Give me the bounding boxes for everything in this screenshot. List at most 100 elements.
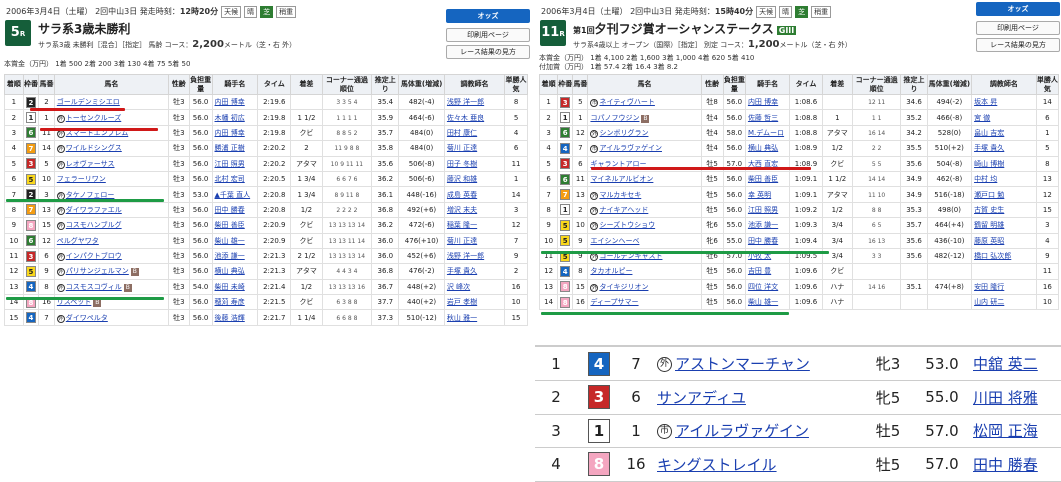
trainer-link[interactable]: 9: [514, 252, 518, 260]
jockey-link[interactable]: 柴田 未崎: [215, 283, 245, 291]
horse-name-link[interactable]: シンボリグラン: [599, 129, 648, 137]
jockey-link[interactable]: M.デムーロ: [748, 129, 784, 137]
trainer-link[interactable]: 坂本 昇: [974, 98, 997, 106]
trainer-link[interactable]: 2: [514, 267, 518, 275]
jockey-link[interactable]: 佐藤 哲三: [748, 114, 778, 122]
jockey-link[interactable]: 江田 照男: [215, 160, 245, 168]
trainer-link[interactable]: 菊川 正達: [447, 144, 477, 152]
trainer-link[interactable]: 中村 均: [974, 175, 997, 183]
jockey-link[interactable]: ▲千葉 直人: [215, 191, 251, 199]
horse-name-link[interactable]: フェラーリワン: [57, 175, 106, 183]
trainer-link[interactable]: 浅野 洋一郎: [447, 252, 484, 260]
horse-name-link[interactable]: アストンマーチャン: [675, 355, 810, 373]
trainer-link[interactable]: 浅野 洋一郎: [447, 98, 484, 106]
jockey-link[interactable]: 柴田 善臣: [215, 221, 245, 229]
horse-name-link[interactable]: エイシンヘーベ: [590, 237, 639, 245]
trainer-link[interactable]: 鶴留 明雄: [974, 221, 1004, 229]
jockey-link[interactable]: 穂苅 寿彦: [215, 298, 245, 306]
jockey-link[interactable]: 池添 謙一: [215, 252, 245, 260]
horse-name-link[interactable]: アイルラヴァゲイン: [675, 422, 809, 440]
horse-name-link[interactable]: ペルグヤワタ: [57, 237, 99, 245]
trainer-link[interactable]: 13: [1043, 175, 1052, 183]
jockey-link[interactable]: 後藤 浩輝: [215, 314, 245, 322]
horse-name-link[interactable]: レオヴァーサス: [66, 160, 115, 168]
trainer-link[interactable]: 藤沢 和雄: [447, 175, 477, 183]
horse-name-link[interactable]: ワイルドシングス: [66, 144, 122, 152]
jockey-link[interactable]: 吉田 豊: [748, 267, 771, 275]
jockey-link[interactable]: 江田 照男: [748, 206, 778, 214]
jockey-link[interactable]: 川田 将雅: [973, 389, 1038, 407]
jockey-link[interactable]: 横山 典弘: [215, 267, 245, 275]
trainer-link[interactable]: 古賀 史生: [974, 206, 1004, 214]
jockey-link[interactable]: 田中 勝春: [215, 206, 245, 214]
trainer-link[interactable]: 10: [1043, 298, 1052, 306]
trainer-link[interactable]: 崎山 博樹: [974, 160, 1004, 168]
horse-name-link[interactable]: コスモハンブルグ: [66, 221, 122, 229]
trainer-link[interactable]: 6: [514, 144, 518, 152]
horse-name-link[interactable]: コパノフウジン: [590, 114, 639, 122]
odds-button[interactable]: オッズ: [976, 2, 1060, 16]
jockey-link[interactable]: 柴山 雄一: [748, 298, 778, 306]
trainer-link[interactable]: 瀬戸口 勉: [974, 191, 1004, 199]
trainer-link[interactable]: 岩戸 孝樹: [447, 298, 477, 306]
trainer-link[interactable]: 7: [514, 237, 518, 245]
trainer-link[interactable]: 5: [514, 114, 518, 122]
odds-button[interactable]: オッズ: [446, 9, 530, 23]
horse-name-link[interactable]: ダイワペルタ: [66, 314, 108, 322]
trainer-link[interactable]: 山内 研二: [974, 298, 1004, 306]
trainer-link[interactable]: 橋口 弘次郎: [974, 252, 1011, 260]
jockey-link[interactable]: 内田 博幸: [215, 98, 245, 106]
jockey-link[interactable]: 田中 勝春: [748, 237, 778, 245]
jockey-link[interactable]: 幸 英明: [748, 191, 771, 199]
jockey-link[interactable]: 柴田 善臣: [748, 175, 778, 183]
horse-name-link[interactable]: アイルラヴァゲイン: [599, 144, 662, 152]
horse-name-link[interactable]: タカオルピー: [590, 267, 632, 275]
horse-name-link[interactable]: シーズトウショウ: [599, 221, 655, 229]
trainer-link[interactable]: 14: [512, 191, 521, 199]
horse-name-link[interactable]: タイキジリオン: [599, 283, 648, 291]
horse-name-link[interactable]: パリサンジェルマン: [66, 267, 129, 275]
trainer-link[interactable]: 手塚 貴久: [447, 267, 477, 275]
trainer-link[interactable]: 秋山 雅一: [447, 314, 477, 322]
trainer-link[interactable]: 畠山 吉宏: [974, 129, 1004, 137]
horse-name-link[interactable]: ダイワラファエル: [66, 206, 122, 214]
trainer-link[interactable]: 5: [1045, 144, 1049, 152]
trainer-link[interactable]: 1: [514, 175, 518, 183]
trainer-link[interactable]: 稲葉 隆一: [447, 221, 477, 229]
trainer-link[interactable]: 菊川 正達: [447, 237, 477, 245]
trainer-link[interactable]: 15: [1043, 206, 1052, 214]
jockey-link[interactable]: 池添 謙一: [748, 221, 778, 229]
trainer-link[interactable]: 沢 峰次: [447, 283, 470, 291]
jockey-link[interactable]: 横山 典弘: [748, 144, 778, 152]
trainer-link[interactable]: 3: [514, 206, 518, 214]
trainer-link[interactable]: 8: [514, 98, 518, 106]
trainer-link[interactable]: 8: [1045, 160, 1049, 168]
trainer-link[interactable]: 16: [512, 283, 521, 291]
horse-name-link[interactable]: マイネルアルビオン: [590, 175, 653, 183]
trainer-link[interactable]: 1: [1045, 129, 1049, 137]
horse-name-link[interactable]: インパクトブロウ: [66, 252, 122, 260]
horse-name-link[interactable]: ゴールデンミシエロ: [57, 98, 120, 106]
horse-name-link[interactable]: ネイティヴハート: [599, 98, 654, 106]
trainer-link[interactable]: 手塚 貴久: [974, 144, 1004, 152]
trainer-link[interactable]: 16: [1043, 283, 1052, 291]
jockey-link[interactable]: 勝浦 正樹: [215, 144, 245, 152]
horse-name-link[interactable]: サンアディユ: [657, 389, 746, 407]
jockey-link[interactable]: 中舘 英二: [973, 355, 1038, 373]
horse-name-link[interactable]: タケノフェロー: [66, 191, 115, 199]
result-guide-button[interactable]: レース結果の見方: [446, 45, 530, 59]
trainer-link[interactable]: 宮 徹: [974, 114, 990, 122]
trainer-link[interactable]: 6: [1045, 114, 1049, 122]
horse-name-link[interactable]: キングストレイル: [657, 456, 777, 474]
jockey-link[interactable]: 内田 博幸: [215, 129, 245, 137]
trainer-link[interactable]: 15: [512, 314, 521, 322]
trainer-link[interactable]: 10: [512, 298, 521, 306]
horse-name-link[interactable]: トーセンクルーズ: [66, 114, 121, 122]
jockey-link[interactable]: 松岡 正海: [973, 422, 1038, 440]
trainer-link[interactable]: 増沢 末夫: [447, 206, 477, 214]
trainer-link[interactable]: 田村 康仁: [447, 129, 477, 137]
trainer-link[interactable]: 藤原 英昭: [974, 237, 1004, 245]
trainer-link[interactable]: 4: [514, 129, 518, 137]
trainer-link[interactable]: 3: [1045, 221, 1049, 229]
trainer-link[interactable]: 12: [1043, 191, 1052, 199]
